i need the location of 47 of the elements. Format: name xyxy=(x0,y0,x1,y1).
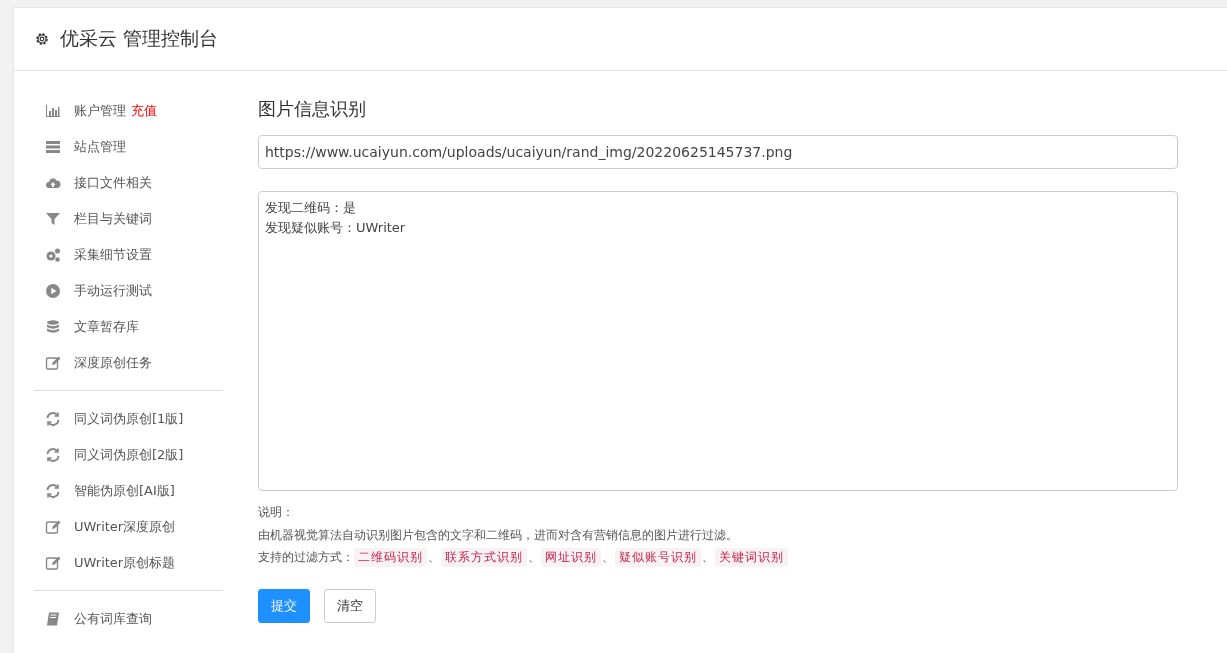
filter-tag: 关键词识别 xyxy=(715,547,788,567)
edit-icon xyxy=(45,555,61,571)
console-title: 优采云 管理控制台 xyxy=(60,26,219,51)
separator-mark: 、 xyxy=(602,549,614,566)
clear-button[interactable]: 清空 xyxy=(324,588,376,623)
sidebar-item[interactable]: 文章暂存库 xyxy=(74,318,139,336)
bar-chart-icon xyxy=(45,103,61,119)
cloud-upload-icon xyxy=(45,175,61,191)
filter-tag: 二维码识别 xyxy=(354,547,427,567)
sidebar-item[interactable]: 智能伪原创[AI版] xyxy=(74,482,175,500)
gears-icon xyxy=(45,247,61,263)
filter-tag: 疑似账号识别 xyxy=(615,547,701,567)
filters-label: 支持的过滤方式： xyxy=(258,549,354,566)
settings-icon xyxy=(34,31,50,47)
play-icon xyxy=(45,283,61,299)
recharge-link[interactable]: 充值 xyxy=(131,102,157,120)
refresh-icon xyxy=(45,411,61,427)
result-textarea[interactable]: 发现二维码：是 发现疑似账号：UWriter xyxy=(258,191,1178,491)
refresh-icon xyxy=(45,447,61,463)
database-icon xyxy=(45,319,61,335)
sidebar-item[interactable]: 接口文件相关 xyxy=(74,174,152,192)
sidebar-item[interactable]: 公有词库查询 xyxy=(74,610,152,628)
filter-tag: 网址识别 xyxy=(541,547,601,567)
sidebar-item[interactable]: 账户管理 xyxy=(74,102,126,120)
filter-icon xyxy=(45,211,61,227)
edit-icon xyxy=(45,355,61,371)
sidebar-item[interactable]: 同义词伪原创[2版] xyxy=(74,446,184,464)
sidebar-item[interactable]: 深度原创任务 xyxy=(74,354,152,372)
refresh-icon xyxy=(45,483,61,499)
sidebar-item[interactable]: UWriter原创标题 xyxy=(74,554,176,572)
notes-heading: 说明： xyxy=(258,505,294,519)
book-icon xyxy=(45,611,61,627)
server-icon xyxy=(45,139,61,155)
sidebar-item[interactable]: 站点管理 xyxy=(74,138,126,156)
separator-mark: 、 xyxy=(428,549,440,566)
separator-mark: 、 xyxy=(528,549,540,566)
sidebar-item[interactable]: UWriter深度原创 xyxy=(74,518,176,536)
description-text: 由机器视觉算法自动识别图片包含的文字和二维码，进而对含有营销信息的图片进行过滤。 xyxy=(258,527,738,542)
sidebar-item[interactable]: 采集细节设置 xyxy=(74,246,152,264)
edit-icon xyxy=(45,519,61,535)
page-title: 图片信息识别 xyxy=(258,97,367,121)
url-input-field[interactable]: https://www.ucaiyun.com/uploads/ucaiyun/rand_img/20220625145737.png xyxy=(258,135,1178,169)
separator-mark: 、 xyxy=(702,549,714,566)
sidebar-item[interactable]: 栏目与关键词 xyxy=(74,210,152,228)
filter-tag: 联系方式识别 xyxy=(441,547,527,567)
sidebar-item[interactable]: 同义词伪原创[1版] xyxy=(74,410,184,428)
sidebar-item[interactable]: 手动运行测试 xyxy=(74,282,152,300)
